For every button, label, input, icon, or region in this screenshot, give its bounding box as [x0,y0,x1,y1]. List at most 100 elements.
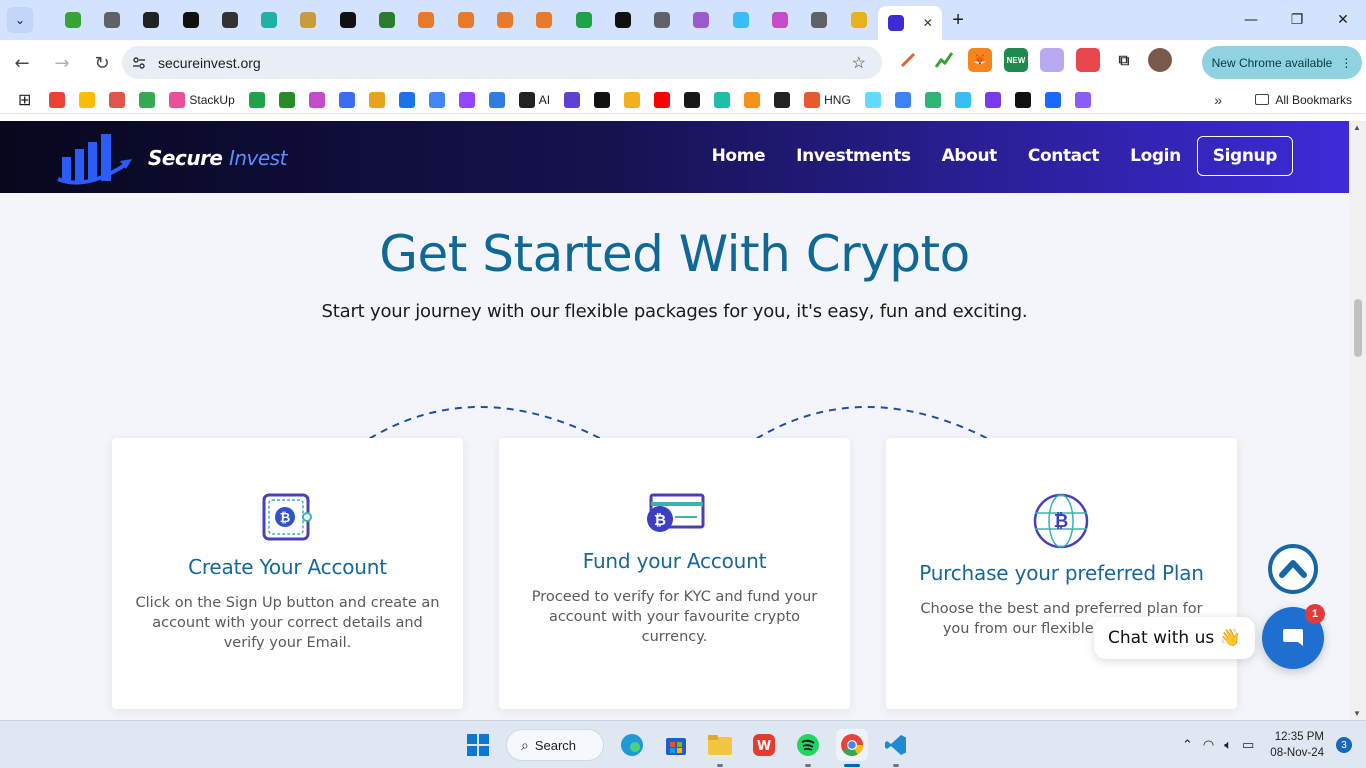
browser-tab[interactable] [760,0,799,40]
bookmark-item[interactable] [109,91,126,108]
bookmark-item[interactable] [1044,91,1061,108]
new-chrome-available-button[interactable]: New Chrome available ⋮ [1202,46,1362,79]
minimize-button[interactable]: — [1228,0,1274,40]
browser-tab[interactable] [564,0,603,40]
extensions-puzzle-icon[interactable]: ⧉ [1112,48,1136,72]
bookmark-item[interactable] [684,91,701,108]
browser-tab[interactable] [525,0,564,40]
bookmark-item[interactable] [564,91,581,108]
bookmark-item[interactable]: HNG [804,91,851,108]
cloud-extension-icon[interactable] [1040,48,1064,72]
browser-tab[interactable] [603,0,642,40]
address-bar[interactable]: secureinvest.org ☆ [122,46,882,79]
wifi-icon[interactable]: ◠ [1203,738,1214,753]
nav-investments[interactable]: Investments [796,146,911,166]
edge-app-icon[interactable] [616,729,648,761]
new-extension-icon[interactable]: NEW [1004,48,1028,72]
browser-tab[interactable] [210,0,249,40]
bookmark-item[interactable] [1074,91,1091,108]
browser-tab[interactable] [132,0,171,40]
site-info-icon[interactable] [126,50,152,76]
browser-tab[interactable]: ✕ [878,6,943,40]
chart-extension-icon[interactable] [932,48,956,72]
browser-tab[interactable] [53,0,92,40]
tray-overflow-icon[interactable]: ⌃ [1182,738,1193,753]
scroll-to-top-button[interactable] [1268,544,1318,594]
file-explorer-app-icon[interactable] [704,729,736,767]
wps-app-icon[interactable]: W [748,729,780,761]
battery-icon[interactable]: ▭ [1242,738,1254,753]
store-app-icon[interactable] [660,729,692,761]
browser-tab[interactable] [642,0,681,40]
bookmark-item[interactable] [308,91,325,108]
back-button[interactable]: ← [4,45,40,81]
reload-button[interactable]: ↻ [84,45,120,81]
browser-tab[interactable] [407,0,446,40]
volume-icon[interactable]: 🔈︎ [1224,738,1232,753]
bookmark-item[interactable] [488,91,505,108]
browser-tab[interactable] [171,0,210,40]
bookmark-item[interactable] [428,91,445,108]
bookmark-item[interactable] [894,91,911,108]
bookmark-item[interactable] [79,91,96,108]
bookmark-item[interactable] [984,91,1001,108]
nav-signup-button[interactable]: Signup [1196,136,1293,176]
spotify-app-icon[interactable] [792,729,824,767]
pen-extension-icon[interactable] [896,48,920,72]
bookmark-item[interactable] [49,91,66,108]
page-scrollbar[interactable]: ▲ ▼ [1349,121,1366,720]
tab-search-button[interactable]: ⌄ [7,7,33,33]
nav-about[interactable]: About [942,146,998,166]
metamask-extension-icon[interactable]: 🦊 [968,48,992,72]
browser-tab[interactable] [249,0,288,40]
bookmark-item[interactable] [744,91,761,108]
taskbar-search[interactable]: ⌕ Search [506,729,604,761]
scroll-down-arrow-icon[interactable]: ▼ [1353,709,1361,718]
vscode-app-icon[interactable] [880,729,912,767]
browser-tab[interactable] [485,0,524,40]
browser-tab[interactable] [682,0,721,40]
nav-contact[interactable]: Contact [1028,146,1100,166]
bookmark-item[interactable] [368,91,385,108]
url-text[interactable]: secureinvest.org [158,55,261,71]
close-window-button[interactable]: ✕ [1320,0,1366,40]
all-bookmarks-button[interactable]: All Bookmarks [1255,93,1352,107]
profile-avatar[interactable] [1148,48,1172,72]
bookmark-item[interactable] [954,91,971,108]
start-button[interactable] [462,729,494,761]
bookmark-item[interactable] [624,91,641,108]
browser-tab[interactable] [92,0,131,40]
restore-button[interactable]: ❐ [1274,0,1320,40]
bookmark-item[interactable] [1014,91,1031,108]
close-tab-icon[interactable]: ✕ [923,16,933,30]
bookmark-item[interactable] [338,91,355,108]
bookmark-item[interactable] [654,91,671,108]
browser-tab[interactable] [839,0,878,40]
bookmark-item[interactable] [398,91,415,108]
bookmark-item[interactable] [774,91,791,108]
nav-home[interactable]: Home [712,146,766,166]
chrome-app-icon[interactable] [836,729,868,767]
bookmark-item[interactable] [458,91,475,108]
taskbar-clock[interactable]: 12:35 PM 08-Nov-24 [1270,729,1324,761]
bookmark-item[interactable]: AI [518,91,550,108]
bookmark-item[interactable] [924,91,941,108]
bookmark-item[interactable] [278,91,295,108]
bookmark-star-icon[interactable]: ☆ [852,53,866,73]
chat-with-us-bubble[interactable]: Chat with us 👋 [1094,617,1255,659]
site-logo[interactable]: Secure Invest [56,129,287,187]
bookmark-extension-icon[interactable] [1076,48,1100,72]
browser-tab[interactable] [446,0,485,40]
bookmark-item[interactable] [864,91,881,108]
bookmarks-overflow-button[interactable]: » [1214,92,1222,108]
forward-button[interactable]: → [44,45,80,81]
apps-grid-icon[interactable]: ⊞ [18,90,31,110]
notification-badge[interactable]: 3 [1336,737,1352,753]
scroll-up-arrow-icon[interactable]: ▲ [1353,123,1361,132]
bookmark-item[interactable] [594,91,611,108]
browser-tab[interactable] [289,0,328,40]
bookmark-item[interactable] [139,91,156,108]
browser-tab[interactable] [328,0,367,40]
new-tab-button[interactable]: + [952,9,964,32]
scrollbar-thumb[interactable] [1354,299,1362,357]
